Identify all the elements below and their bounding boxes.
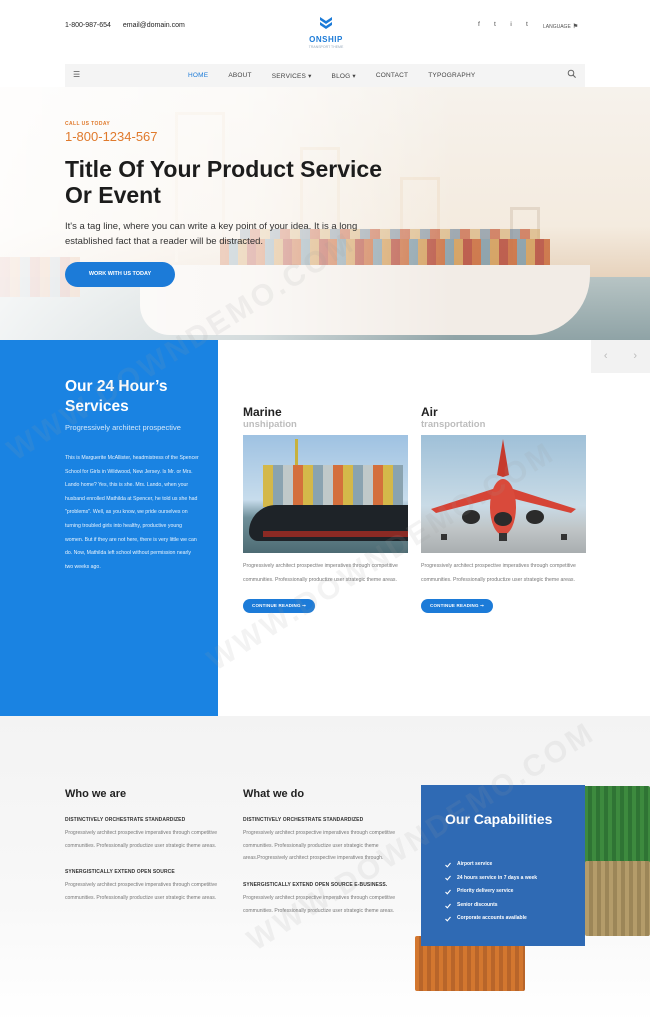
who-we-are: Who we are DISTINCTIVELY ORCHESTRATE STA… (65, 788, 230, 905)
capabilities-box: Our Capabilities Airport service 24 hour… (421, 785, 585, 946)
top-bar: 1-800-987-654 email@domain.com ONSHIP TR… (0, 0, 650, 62)
flag-icon: ⚑ (572, 24, 579, 30)
language-selector[interactable]: LANGUAGE ⚑ (543, 23, 578, 30)
logo[interactable]: ONSHIP TRANSPORT THEME (300, 15, 352, 49)
check-icon (445, 916, 451, 922)
main-nav: ☰ HOME ABOUT SERVICES ▾ BLOG ▾ CONTACT T… (65, 64, 585, 87)
what-title: What we do (243, 788, 305, 800)
hero-title: Title Of Your Product Service Or Event (65, 156, 382, 208)
capability-label: Airport service (457, 861, 493, 867)
capability-label: 24 hours service in 7 days a week (457, 874, 538, 881)
ship-hull-stripe (263, 531, 408, 537)
capabilities-title: Our Capabilities (445, 811, 553, 827)
card-subtitle: transportation (421, 419, 486, 430)
next-arrow-icon[interactable]: › (621, 340, 650, 373)
services-subtitle: Progressively architect prospective (65, 423, 181, 432)
social-links: f t i t (475, 22, 531, 30)
services-title: Our 24 Hour’s Services (65, 378, 168, 415)
capability-label: Corporate accounts available (457, 915, 527, 922)
logo-tagline: TRANSPORT THEME (308, 45, 344, 49)
capability-label: Priority delivery service (457, 888, 514, 895)
services-body: This is Marguerite McAllister, headmistr… (65, 455, 199, 570)
capability-label: Senior discounts (457, 901, 498, 908)
call-label: CALL US TODAY (65, 121, 111, 127)
contact-info: 1-800-987-654 email@domain.com (65, 22, 195, 29)
language-label: LANGUAGE (543, 24, 571, 30)
nav-item-home[interactable]: HOME (178, 72, 218, 79)
capability-item: 24 hours service in 7 days a week (445, 872, 537, 886)
shipping-container-tan (585, 861, 650, 936)
who-item-text: Progressively architect prospective impe… (65, 882, 218, 902)
nav-items: HOME ABOUT SERVICES ▾ BLOG ▾ CONTACT TYP… (178, 64, 485, 87)
capability-item: Priority delivery service (445, 885, 537, 899)
capability-item: Airport service (445, 858, 537, 872)
capability-item: Corporate accounts available (445, 912, 537, 926)
work-with-us-button[interactable]: WORK WITH US TODAY (65, 262, 175, 287)
who-item-head: DISTINCTIVELY ORCHESTRATE STANDARDIZED (65, 817, 186, 823)
prev-arrow-icon[interactable]: ‹ (591, 340, 621, 373)
capabilities-list: Airport service 24 hours service in 7 da… (445, 858, 537, 926)
tumblr-icon[interactable]: t (523, 22, 531, 30)
nav-item-about[interactable]: ABOUT (218, 72, 261, 79)
logo-icon (320, 17, 332, 29)
nav-item-services[interactable]: SERVICES ▾ (262, 72, 322, 80)
search-icon[interactable] (567, 69, 577, 79)
what-we-do: What we do DISTINCTIVELY ORCHESTRATE STA… (243, 788, 408, 918)
card-text: Progressively architect prospective impe… (421, 563, 576, 583)
instagram-icon[interactable]: i (507, 22, 515, 30)
who-item-text: Progressively architect prospective impe… (65, 830, 218, 849)
facebook-icon[interactable]: f (475, 22, 483, 30)
what-item-text: Progressively architect prospective impe… (243, 895, 396, 914)
service-card-marine: Marine unshipation Progressively archite… (243, 405, 408, 613)
nav-item-typography[interactable]: TYPOGRAPHY (418, 72, 485, 79)
menu-icon[interactable]: ☰ (73, 70, 80, 79)
services-panel: Our 24 Hour’s Services Progressively arc… (0, 340, 218, 716)
continue-reading-button[interactable]: CONTINUE READING ➞ (421, 599, 494, 613)
air-image (421, 435, 586, 553)
nav-item-contact[interactable]: CONTACT (366, 72, 418, 79)
email-link[interactable]: email@domain.com (123, 22, 185, 29)
continue-reading-button[interactable]: CONTINUE READING ➞ (243, 599, 316, 613)
card-subtitle: unshipation (243, 419, 297, 430)
what-item-head: SYNERGISTICALLY EXTEND OPEN SOURCE E-BUS… (243, 882, 388, 889)
twitter-icon[interactable]: t (491, 22, 499, 30)
page: 1-800-987-654 email@domain.com ONSHIP TR… (0, 0, 650, 1023)
what-item-head: DISTINCTIVELY ORCHESTRATE STANDARDIZED (243, 817, 364, 823)
who-item-head: SYNERGISTICALLY EXTEND OPEN SOURCE (65, 869, 175, 876)
what-item-text: Progressively architect prospective impe… (243, 830, 396, 862)
card-title: Air (421, 405, 438, 419)
card-title: Marine (243, 405, 282, 419)
slider-arrows: ‹ › (591, 340, 650, 373)
check-icon (445, 903, 451, 909)
nav-item-blog[interactable]: BLOG ▾ (322, 72, 366, 80)
airplane (431, 439, 576, 541)
capability-item: Senior discounts (445, 899, 537, 913)
hero-tagline: It's a tag line, where you can write a k… (65, 221, 358, 247)
hero-phone[interactable]: 1-800-1234-567 (65, 129, 158, 144)
logo-name: ONSHIP (309, 35, 343, 44)
check-icon (445, 876, 451, 882)
phone-link[interactable]: 1-800-987-654 (65, 22, 111, 29)
marine-image (243, 435, 408, 553)
card-text: Progressively architect prospective impe… (243, 563, 398, 583)
container-stack (263, 465, 403, 507)
check-icon (445, 889, 451, 895)
check-icon (445, 862, 451, 868)
service-card-air: Air transportation Progressively archite… (421, 405, 586, 613)
who-title: Who we are (65, 788, 127, 800)
